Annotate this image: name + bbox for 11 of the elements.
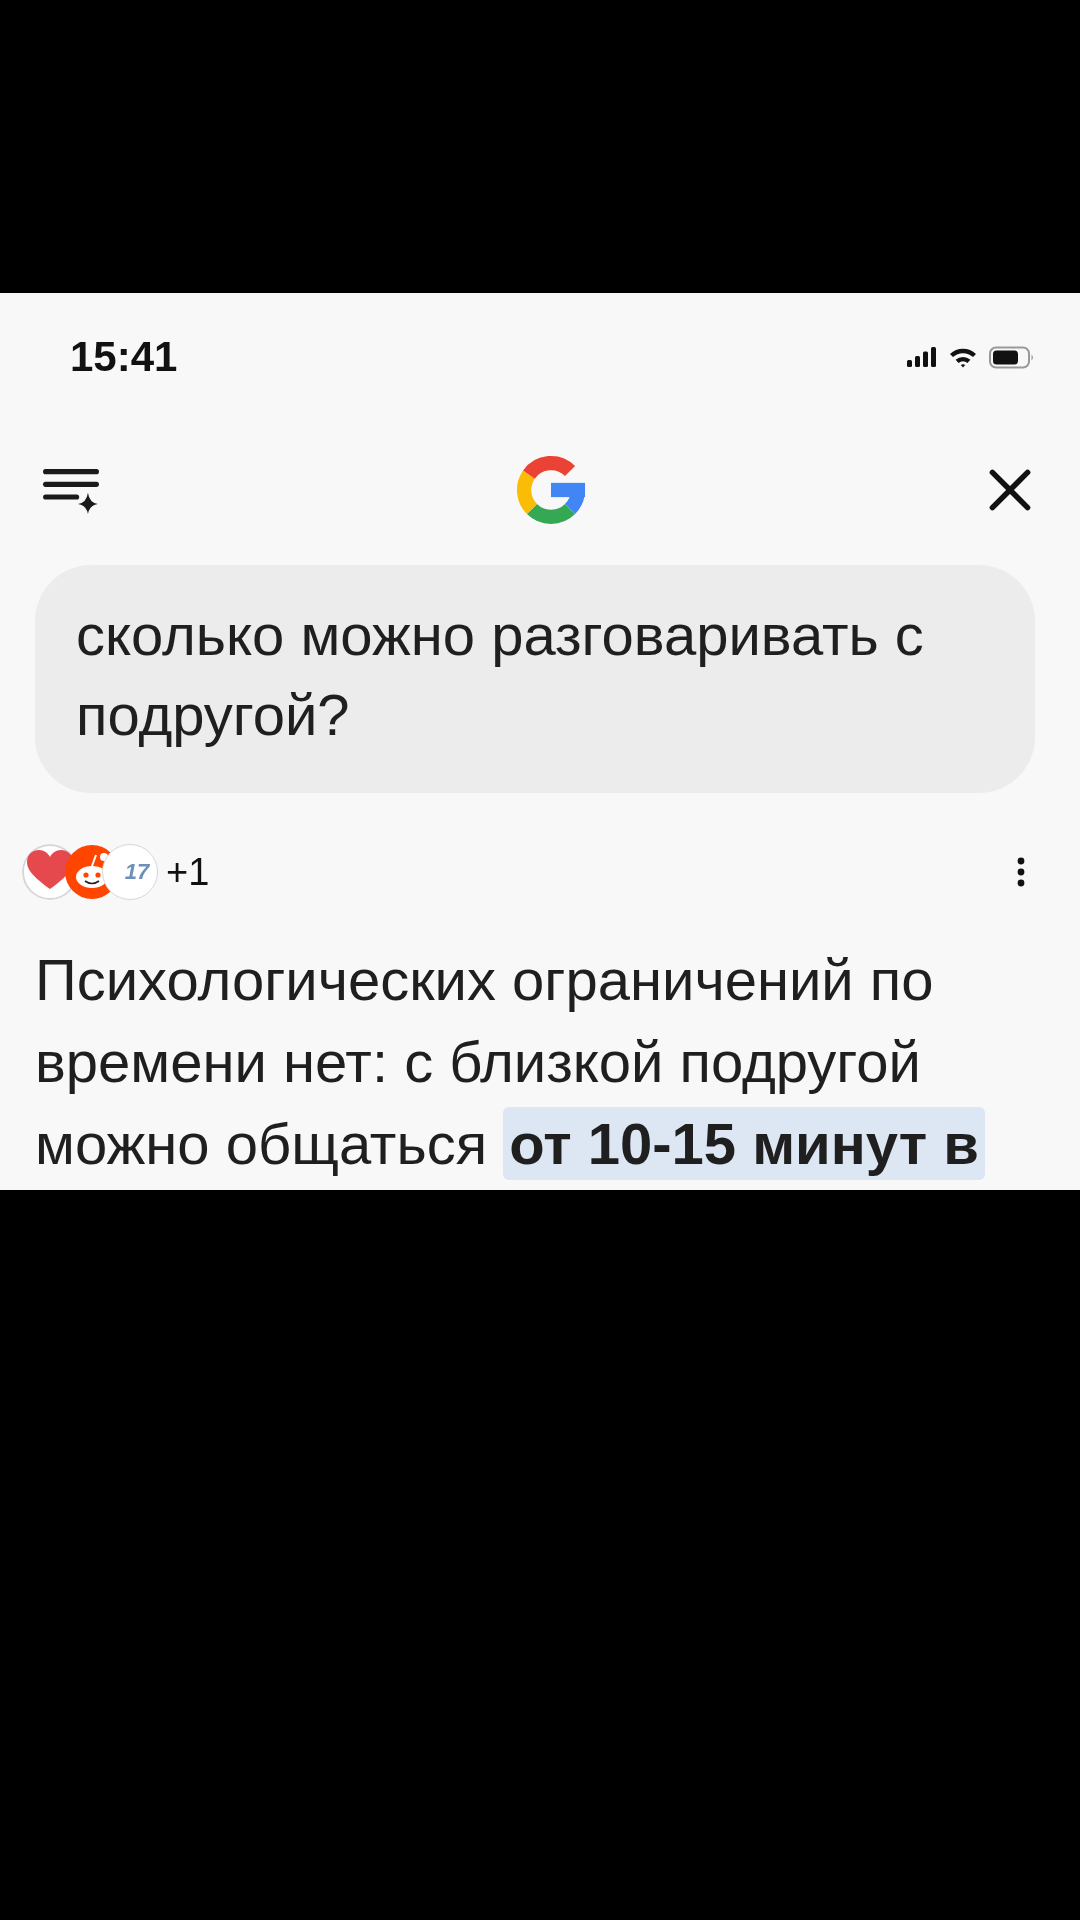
signal-icon — [907, 347, 937, 367]
more-sources-count: +1 — [166, 850, 210, 894]
battery-icon — [989, 345, 1035, 369]
query-text: сколько можно разговаривать с подругой? — [76, 601, 925, 749]
more-icon[interactable] — [1017, 857, 1025, 887]
status-time: 15:41 — [70, 333, 178, 381]
answer-text: Психологических ограничений по времени нет: с близкой подругой можно общаться от 10-15 минут в — [35, 939, 1045, 1185]
close-icon[interactable] — [988, 468, 1032, 512]
wifi-icon — [949, 346, 977, 368]
source-logo: 17 — [102, 844, 158, 900]
menu-icon[interactable] — [42, 466, 100, 514]
